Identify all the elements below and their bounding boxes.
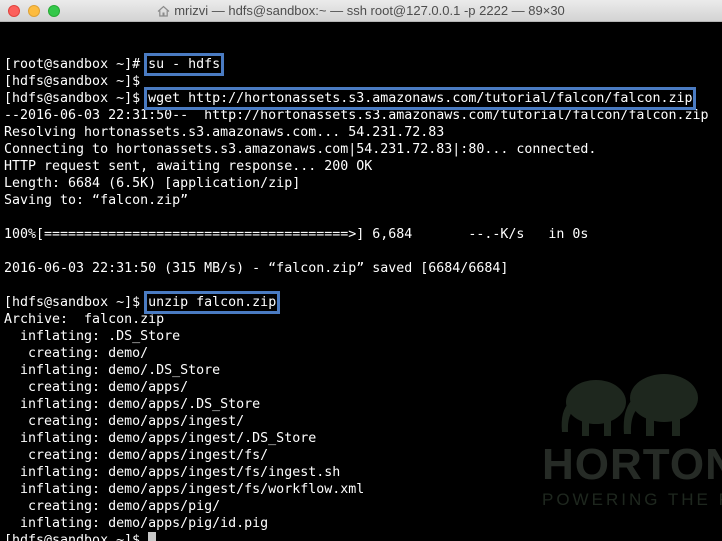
shell-prompt: [hdfs@sandbox ~]$ bbox=[4, 295, 149, 310]
output-line: Archive: falcon.zip bbox=[4, 312, 165, 327]
prompt-line: [hdfs@sandbox ~]$ bbox=[4, 73, 708, 90]
output-line: inflating: demo/apps/.DS_Store bbox=[4, 397, 261, 412]
highlighted-command: su - hdfs bbox=[144, 53, 225, 76]
output-line: Resolving hortonassets.s3.amazonaws.com.… bbox=[4, 125, 445, 140]
output-line: creating: demo/apps/ bbox=[4, 380, 189, 395]
output-line: Length: 6684 (6.5K) [application/zip] bbox=[4, 176, 301, 191]
output-line: inflating: demo/apps/ingest/fs/workflow.… bbox=[4, 482, 365, 497]
output-line: inflating: .DS_Store bbox=[4, 329, 181, 344]
text-cursor bbox=[148, 532, 157, 541]
output-line: 2016-06-03 22:31:50 (315 MB/s) - “falcon… bbox=[4, 261, 509, 276]
output-line: inflating: demo/apps/ingest/.DS_Store bbox=[4, 431, 317, 446]
window-title-container: mrizvi — hdfs@sandbox:~ — ssh root@127.0… bbox=[0, 3, 722, 20]
output-line: creating: demo/ bbox=[4, 346, 149, 361]
shell-prompt: [hdfs@sandbox ~]$ bbox=[4, 91, 149, 106]
output-line: creating: demo/apps/ingest/fs/ bbox=[4, 448, 269, 463]
shell-prompt: [hdfs@sandbox ~]$ bbox=[4, 74, 141, 89]
highlighted-command: unzip falcon.zip bbox=[144, 291, 281, 314]
terminal-content[interactable]: HORTON POWERING THE F [root@sandbox ~]# … bbox=[0, 22, 722, 541]
output-line: Connecting to hortonassets.s3.amazonaws.… bbox=[4, 142, 597, 157]
output-line: creating: demo/apps/ingest/ bbox=[4, 414, 245, 429]
prompt-line: [root@sandbox ~]# su - hdfs bbox=[4, 53, 708, 76]
shell-prompt: [root@sandbox ~]# bbox=[4, 57, 149, 72]
output-line: --2016-06-03 22:31:50-- http://hortonass… bbox=[4, 108, 709, 123]
output-line: inflating: demo/.DS_Store bbox=[4, 363, 221, 378]
title-bar[interactable]: mrizvi — hdfs@sandbox:~ — ssh root@127.0… bbox=[0, 0, 722, 22]
output-line: 100%[===================================… bbox=[4, 227, 589, 242]
output-line: HTTP request sent, awaiting response... … bbox=[4, 159, 373, 174]
terminal-window: mrizvi — hdfs@sandbox:~ — ssh root@127.0… bbox=[0, 0, 722, 541]
output-line: creating: demo/apps/pig/ bbox=[4, 499, 221, 514]
shell-prompt: [hdfs@sandbox ~]$ bbox=[4, 533, 149, 541]
terminal-output: [root@sandbox ~]# su - hdfs [hdfs@sandbox… bbox=[4, 39, 708, 541]
window-title: mrizvi — hdfs@sandbox:~ — ssh root@127.0… bbox=[174, 3, 565, 18]
output-line: inflating: demo/apps/ingest/fs/ingest.sh bbox=[4, 465, 341, 480]
output-line: Saving to: “falcon.zip” bbox=[4, 193, 189, 208]
prompt-line: [hdfs@sandbox ~]$ unzip falcon.zip bbox=[4, 291, 708, 314]
home-icon bbox=[157, 5, 170, 20]
prompt-line: [hdfs@sandbox ~]$ bbox=[4, 532, 708, 541]
prompt-line: [hdfs@sandbox ~]$ wget http://hortonasse… bbox=[4, 87, 708, 110]
output-line: inflating: demo/apps/pig/id.pig bbox=[4, 516, 269, 531]
highlighted-command: wget http://hortonassets.s3.amazonaws.co… bbox=[144, 87, 697, 110]
